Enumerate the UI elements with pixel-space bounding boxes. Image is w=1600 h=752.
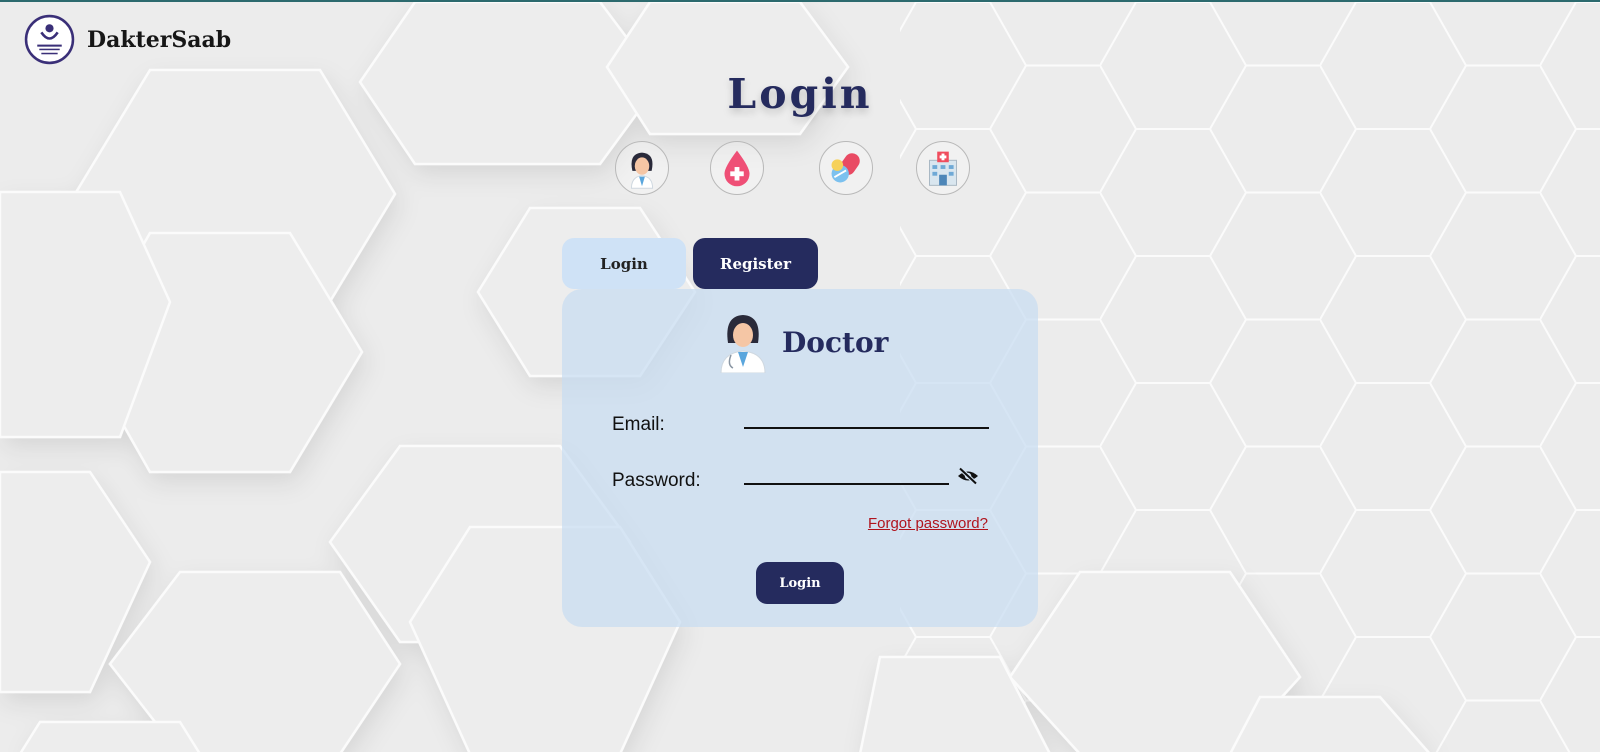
card-header: Doctor: [718, 311, 888, 373]
brand[interactable]: DakterSaab: [24, 14, 231, 65]
email-field[interactable]: [744, 403, 989, 429]
password-label: Password:: [612, 470, 701, 491]
brand-name: DakterSaab: [87, 26, 232, 53]
doctor-avatar-icon: [720, 315, 766, 373]
eye-slash-icon[interactable]: [956, 467, 980, 485]
tab-register[interactable]: Register: [693, 238, 818, 289]
blood-drop-icon: [724, 150, 750, 187]
heart-hands-logo-icon: [24, 14, 75, 65]
login-card: Doctor Email: Password: Forgot password?…: [562, 289, 1038, 627]
tab-login[interactable]: Login: [562, 238, 686, 289]
email-label: Email:: [612, 414, 665, 435]
pills-icon: [831, 153, 860, 183]
role-title: Doctor: [782, 325, 889, 359]
password-field[interactable]: [744, 459, 949, 485]
forgot-password-link[interactable]: Forgot password?: [868, 515, 988, 532]
role-hospital-button[interactable]: [916, 141, 970, 195]
page-title: Login: [727, 70, 873, 118]
role-blood-button[interactable]: [710, 141, 764, 195]
doctor-icon: [630, 152, 654, 189]
login-button[interactable]: Login: [756, 562, 844, 604]
role-pharmacy-button[interactable]: [819, 141, 873, 195]
hospital-icon: [929, 151, 957, 186]
role-doctor-button[interactable]: [615, 141, 669, 195]
